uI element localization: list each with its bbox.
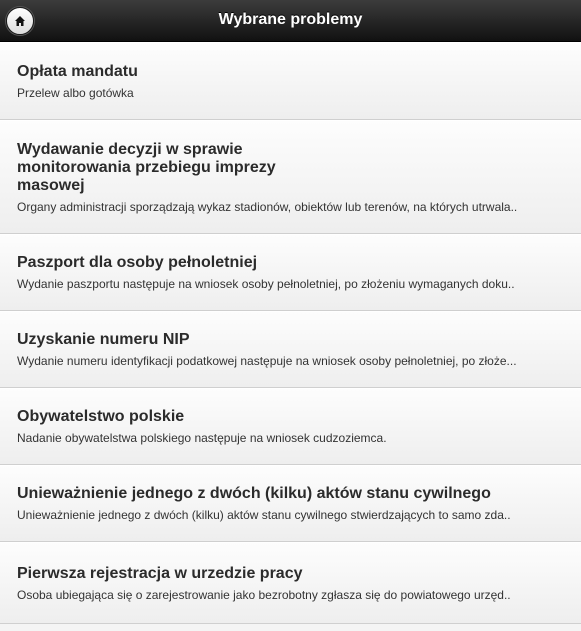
header-bar: Wybrane problemy — [0, 0, 581, 42]
list-item[interactable]: Uzyskanie numeru NIP Wydanie numeru iden… — [0, 311, 581, 388]
list-item[interactable]: Unieważnienie jednego z dwóch (kilku) ak… — [0, 465, 581, 542]
problem-list: Opłata mandatu Przelew albo gotówka Wyda… — [0, 42, 581, 624]
list-item-title: Paszport dla osoby pełnoletniej — [17, 254, 258, 271]
page-title: Wybrane problemy — [218, 11, 363, 28]
list-item-title: Obywatelstwo polskie — [17, 408, 185, 425]
home-button[interactable] — [6, 7, 34, 35]
list-item[interactable]: Opłata mandatu Przelew albo gotówka — [0, 42, 581, 120]
list-item-title: Uzyskanie numeru NIP — [17, 331, 190, 348]
list-item[interactable]: Wydawanie decyzji w sprawie monitorowani… — [0, 120, 581, 234]
home-icon — [15, 16, 25, 26]
list-item-description: Osoba ubiegająca się o zarejestrowanie j… — [17, 587, 511, 602]
list-item[interactable]: Obywatelstwo polskie Nadanie obywatelstw… — [0, 388, 581, 465]
list-item-title: Pierwsza rejestracja w urzedzie pracy — [17, 564, 303, 582]
list-item-description: Wydanie paszportu następuje na wniosek o… — [17, 277, 515, 291]
list-item-description: Wydanie numeru identyfikacji podatkowej … — [17, 354, 517, 368]
list-item-description: Unieważnienie jednego z dwóch (kilku) ak… — [17, 508, 511, 522]
list-item[interactable]: Paszport dla osoby pełnoletniej Wydanie … — [0, 234, 581, 311]
list-item-title: Unieważnienie jednego z dwóch (kilku) ak… — [17, 485, 491, 502]
list-item-description: Nadanie obywatelstwa polskiego następuje… — [17, 431, 387, 445]
list-item-description: Przelew albo gotówka — [17, 85, 134, 100]
list-item-title: Opłata mandatu — [17, 62, 138, 80]
list-item-description: Organy administracji sporządzają wykaz s… — [17, 199, 518, 214]
list-item-title: Wydawanie decyzji w sprawie monitorowani… — [17, 140, 276, 194]
list-item[interactable]: Pierwsza rejestracja w urzedzie pracy Os… — [0, 542, 581, 624]
